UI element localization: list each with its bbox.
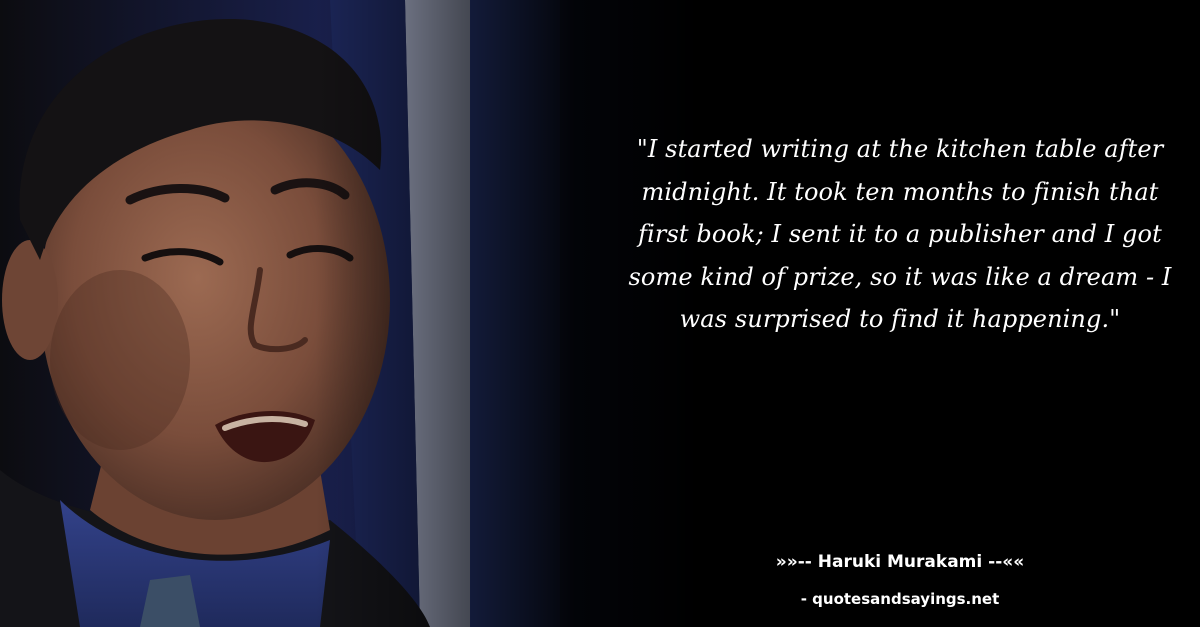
photo-fade-overlay [0, 0, 700, 627]
attribution-prefix: »»-- [775, 552, 818, 572]
quote-card: "I started writing at the kitchen table … [0, 0, 1200, 627]
source-link[interactable]: - quotesandsayings.net [700, 590, 1100, 608]
author-name: Haruki Murakami [817, 552, 983, 572]
attribution-suffix: --«« [982, 552, 1025, 572]
author-attribution: »»-- Haruki Murakami --«« [700, 552, 1100, 572]
quote-text: "I started writing at the kitchen table … [628, 135, 1172, 333]
